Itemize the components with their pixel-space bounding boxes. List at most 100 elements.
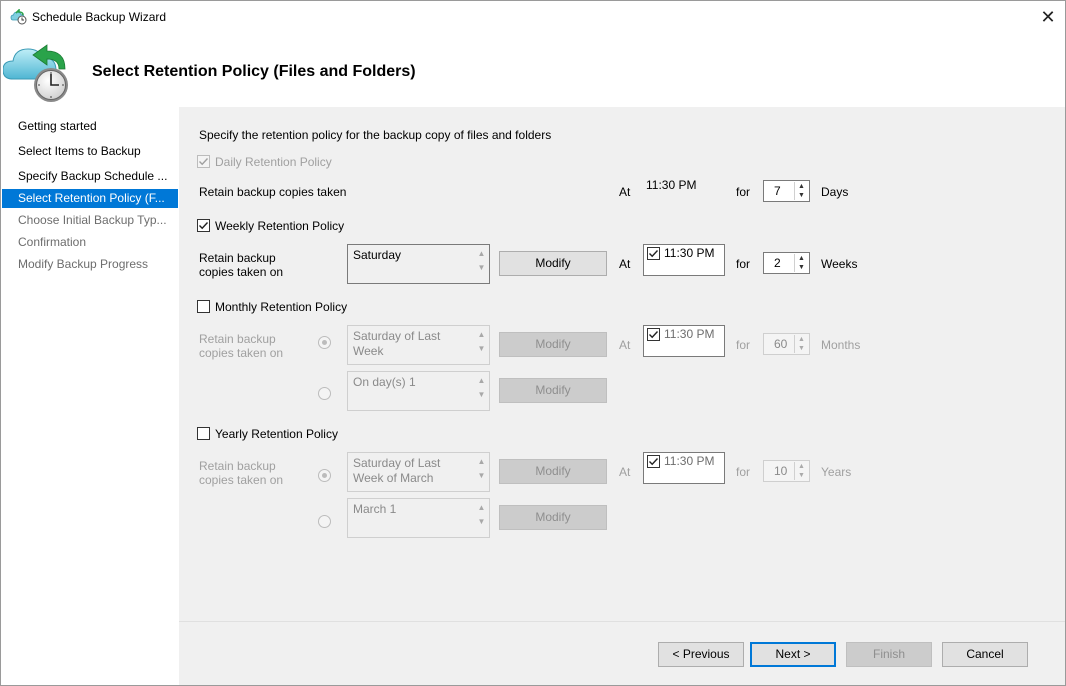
yearly-count-value: 10	[774, 464, 788, 478]
monthly-retain-label-1: Retain backup	[199, 332, 276, 346]
yearly-option1-line1: Saturday of Last	[353, 456, 441, 470]
page-title: Select Retention Policy (Files and Folde…	[92, 63, 416, 80]
monthly-option1-line2: Week	[353, 344, 384, 358]
nav-step-getting-started[interactable]: Getting started	[2, 117, 178, 136]
yearly-option1-radio	[318, 469, 331, 482]
monthly-time-value: 11:30 PM	[664, 327, 715, 341]
weekly-retain-label-2: copies taken on	[199, 265, 284, 279]
listbox-scroll-icon: ▲ ▼	[477, 376, 486, 399]
previous-button[interactable]: < Previous	[658, 642, 744, 667]
yearly-modify-button-1: Modify	[499, 459, 607, 484]
weekly-count-stepper[interactable]: 2 ▲ ▼	[763, 252, 810, 274]
monthly-option1-line1: Saturday of Last	[353, 329, 441, 343]
retention-content-panel: Specify the retention policy for the bac…	[179, 107, 1065, 621]
close-button[interactable]: ✕	[1035, 5, 1061, 29]
weekly-count-value[interactable]: 2	[774, 256, 781, 270]
listbox-scroll-icon: ▲ ▼	[477, 330, 486, 353]
nav-step-initial-backup-type: Choose Initial Backup Typ...	[18, 213, 167, 227]
wizard-header: Select Retention Policy (Files and Folde…	[1, 33, 1065, 105]
daily-count-value: 7	[774, 184, 781, 198]
nav-step-retention-policy[interactable]: Select Retention Policy (F...	[2, 189, 178, 208]
spin-down-icon: ▼	[798, 472, 805, 479]
yearly-time-checkbox	[647, 455, 660, 468]
daily-count-stepper[interactable]: 7 ▲ ▼	[763, 180, 810, 202]
yearly-policy-checkbox[interactable]	[197, 427, 210, 440]
weekly-modify-button[interactable]: Modify	[499, 251, 607, 276]
yearly-retain-label-2: copies taken on	[199, 473, 284, 487]
yearly-time-picker: 11:30 PM	[643, 452, 725, 484]
monthly-policy-checkbox[interactable]	[197, 300, 210, 313]
next-button[interactable]: Next >	[750, 642, 836, 667]
yearly-at-label: At	[619, 465, 631, 479]
daily-for-label: for	[736, 185, 751, 199]
daily-at-label: At	[619, 185, 631, 199]
yearly-for-label: for	[736, 465, 751, 479]
nav-step-specify-schedule[interactable]: Specify Backup Schedule ...	[2, 167, 178, 186]
monthly-option2-radio	[318, 387, 331, 400]
backup-clock-icon	[3, 44, 68, 102]
weekly-at-label: At	[619, 257, 631, 271]
weekly-retain-label-1: Retain backup	[199, 251, 276, 265]
nav-step-confirmation: Confirmation	[18, 235, 87, 249]
monthly-count-stepper: 60 ▲ ▼	[763, 333, 810, 355]
yearly-policy-label: Yearly Retention Policy	[215, 427, 338, 441]
spin-up-icon: ▲	[798, 463, 805, 470]
spin-down-icon: ▼	[798, 345, 805, 352]
yearly-count-stepper: 10 ▲ ▼	[763, 460, 810, 482]
daily-policy-checkbox	[197, 155, 210, 168]
spin-up-icon[interactable]: ▲	[795, 254, 808, 263]
weekly-policy-label: Weekly Retention Policy	[215, 219, 345, 233]
checkmark-icon	[649, 250, 659, 258]
checkmark-icon	[649, 331, 659, 339]
spin-down-icon[interactable]: ▼	[795, 191, 808, 200]
checkmark-icon	[649, 458, 659, 466]
monthly-time-checkbox	[647, 328, 660, 341]
intro-text: Specify the retention policy for the bac…	[199, 128, 552, 142]
nav-step-select-items[interactable]: Select Items to Backup	[2, 142, 178, 161]
yearly-option1-line2: Week of March	[353, 471, 434, 485]
yearly-option1-listbox: Saturday of Last Week of March ▲ ▼	[347, 452, 490, 492]
spin-up-icon[interactable]: ▲	[795, 182, 808, 191]
spin-down-icon[interactable]: ▼	[795, 263, 808, 272]
spinner-arrows: ▲ ▼	[794, 462, 808, 480]
weekly-policy-checkbox[interactable]	[197, 219, 210, 232]
wizard-footer: < Previous Next > Finish Cancel	[179, 621, 1065, 685]
monthly-policy-label: Monthly Retention Policy	[215, 300, 348, 314]
backup-app-icon	[10, 9, 27, 25]
listbox-scroll-icon: ▲ ▼	[477, 249, 486, 272]
nav-step-modify-progress: Modify Backup Progress	[18, 257, 149, 271]
monthly-for-label: for	[736, 338, 751, 352]
yearly-unit: Years	[821, 465, 852, 479]
weekly-day-listbox[interactable]: Saturday ▲ ▼	[347, 244, 490, 284]
weekly-time-value: 11:30 PM	[664, 246, 715, 260]
yearly-modify-button-2: Modify	[499, 505, 607, 530]
weekly-time-checkbox[interactable]	[647, 247, 660, 260]
spin-up-icon: ▲	[798, 336, 805, 343]
daily-time: 11:30 PM	[646, 178, 697, 192]
weekly-time-picker[interactable]: 11:30 PM	[643, 244, 725, 276]
monthly-option1-radio	[318, 336, 331, 349]
wizard-steps-nav: Getting started Select Items to Backup S…	[1, 107, 179, 685]
monthly-option2-listbox: On day(s) 1 ▲ ▼	[347, 371, 490, 411]
listbox-scroll-icon: ▲ ▼	[477, 457, 486, 480]
spinner-arrows[interactable]: ▲ ▼	[794, 254, 808, 272]
checkmark-icon	[199, 222, 209, 230]
daily-policy-label: Daily Retention Policy	[215, 155, 332, 169]
spinner-arrows: ▲ ▼	[794, 335, 808, 353]
yearly-retain-label-1: Retain backup	[199, 459, 276, 473]
yearly-option2-radio	[318, 515, 331, 528]
title-bar: Schedule Backup Wizard ✕	[1, 1, 1065, 33]
spinner-arrows[interactable]: ▲ ▼	[794, 182, 808, 200]
finish-button: Finish	[846, 642, 932, 667]
window-title: Schedule Backup Wizard	[32, 10, 167, 24]
daily-retain-label: Retain backup copies taken	[199, 185, 347, 199]
yearly-option2-text: March 1	[353, 502, 397, 516]
monthly-at-label: At	[619, 338, 631, 352]
weekly-unit: Weeks	[821, 257, 858, 271]
cancel-button[interactable]: Cancel	[942, 642, 1028, 667]
monthly-unit: Months	[821, 338, 861, 352]
checkmark-icon	[199, 158, 209, 166]
monthly-count-value: 60	[774, 337, 788, 351]
listbox-scroll-icon: ▲ ▼	[477, 503, 486, 526]
daily-unit: Days	[821, 185, 849, 199]
